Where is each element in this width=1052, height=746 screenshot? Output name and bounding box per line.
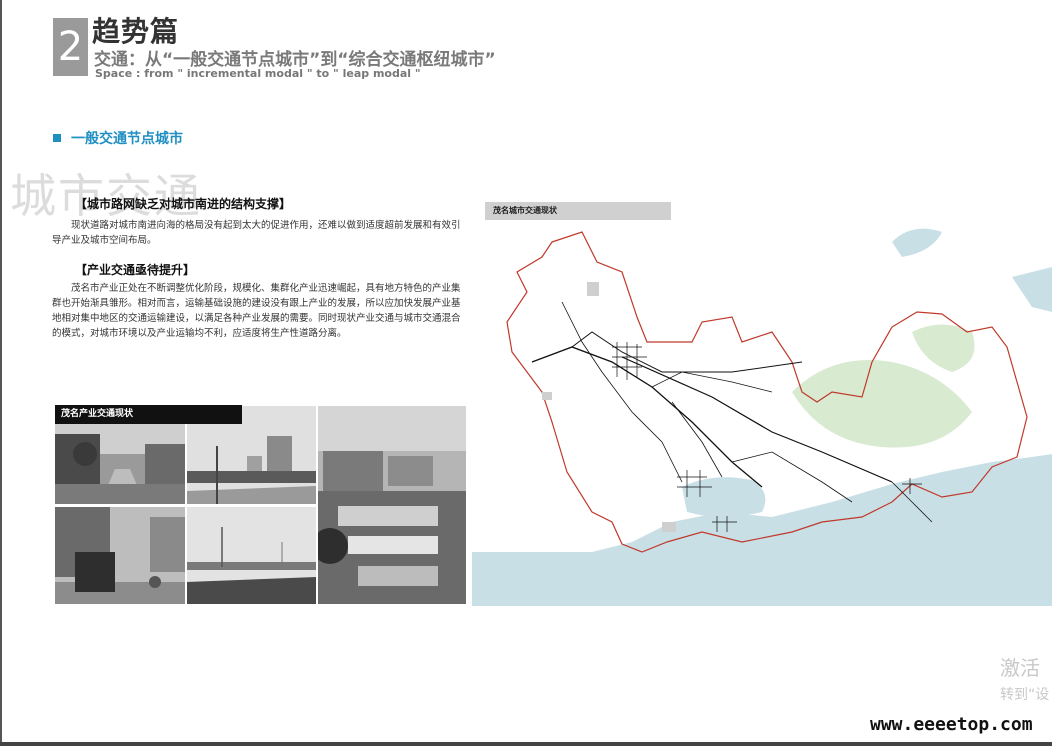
- photo-open-road: [187, 507, 316, 604]
- body-heading-road-network: 【城市路网缺乏对城市南进的结构支撑】: [75, 197, 292, 211]
- city-traffic-map: [472, 222, 1052, 606]
- section-number-badge: 2: [53, 18, 88, 76]
- body-paragraph-industry-traffic: 茂名市产业正处在不断调整优化阶段，规模化、集群化产业迅速崛起，具有地方特色的产业…: [52, 283, 461, 339]
- page-frame-bottom: [0, 742, 1052, 746]
- section-heading-text: 一般交通节点城市: [71, 131, 183, 147]
- activation-notice-title: 激活: [1000, 656, 1040, 680]
- photo-street-shops: [55, 424, 185, 504]
- body-paragraph-road-network: 现状道路对城市南进向海的格局没有起到太大的促进作用，还难以做到适度超前发展和有效…: [52, 220, 461, 246]
- photo-motorbike-street: [55, 507, 185, 604]
- photo-section-label: 茂名产业交通现状: [55, 405, 242, 424]
- activation-notice-text: 转到“设: [1000, 687, 1050, 703]
- section-watermark: 城市交通: [10, 169, 202, 223]
- body-heading-industry-traffic: 【产业交通亟待提升】: [75, 263, 196, 277]
- bullet-square-icon: [53, 134, 61, 142]
- photo-truck-yard: [318, 406, 466, 604]
- map-title-label: 茂名城市交通现状: [485, 202, 671, 220]
- page-subtitle-english: Space : from " incremental modal " to " …: [95, 67, 421, 80]
- site-watermark: www.eeeetop.com: [870, 714, 1033, 735]
- page-frame-left: [0, 0, 2, 746]
- section-heading: 一般交通节点城市: [53, 128, 183, 148]
- page-title: 趋势篇: [92, 15, 180, 48]
